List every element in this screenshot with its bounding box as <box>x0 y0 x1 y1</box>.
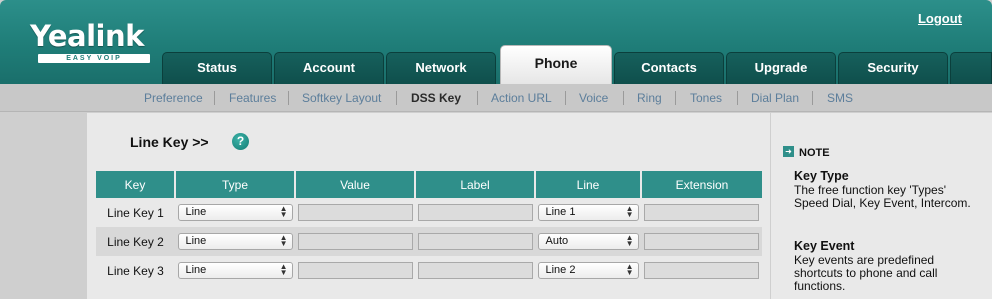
key-name: Line Key 1 <box>107 205 164 220</box>
subnav-divider <box>288 91 289 105</box>
line-select[interactable]: Auto ▲ ▼ <box>537 233 639 250</box>
tab-overflow <box>950 52 992 84</box>
tab-network[interactable]: Network <box>386 52 496 84</box>
header-bar: Yealink EASY VOIP Logout Status Account … <box>0 0 992 84</box>
column-header-type: Type <box>175 171 296 198</box>
note-title: Key Type <box>794 169 849 183</box>
main-tabs: Status Account Network Phone Contacts Up… <box>162 45 992 84</box>
note-text: Key events are predefined shortcuts to p… <box>794 253 938 293</box>
subnav-softkey-layout[interactable]: Softkey Layout <box>302 91 381 105</box>
extension-input[interactable] <box>644 233 759 250</box>
tab-upgrade[interactable]: Upgrade <box>726 52 836 84</box>
subnav-divider <box>214 91 215 105</box>
table-row: Line Key 1 Line ▲ ▼ Line 1 ▲ ▼ <box>96 198 762 227</box>
extension-input[interactable] <box>644 204 759 221</box>
logout-link[interactable]: Logout <box>918 11 962 26</box>
subnav-tones[interactable]: Tones <box>690 91 722 105</box>
subnav-voice[interactable]: Voice <box>579 91 608 105</box>
label-input[interactable] <box>417 204 533 221</box>
select-arrows-icon: ▲ ▼ <box>625 262 634 277</box>
help-icon[interactable]: ? <box>232 133 249 150</box>
type-select[interactable]: Line ▲ ▼ <box>177 262 293 279</box>
note-text: The free function key 'Types' Speed Dial… <box>794 183 971 210</box>
label-input[interactable] <box>417 233 533 250</box>
subnav-dss-key[interactable]: DSS Key <box>411 91 461 105</box>
section-title: Line Key >> <box>130 134 209 150</box>
column-header-extension: Extension <box>641 171 762 198</box>
note-panel: ➜ NOTE Key Type The free function key 'T… <box>771 113 992 299</box>
note-block-key-event: Key Event Key events are predefined shor… <box>794 240 984 293</box>
tab-security[interactable]: Security <box>838 52 948 84</box>
note-block-key-type: Key Type The free function key 'Types' S… <box>794 170 984 210</box>
select-arrows-icon: ▲ ▼ <box>279 204 288 219</box>
select-arrows-icon: ▲ ▼ <box>279 233 288 248</box>
logo-tagline: EASY VOIP <box>38 54 150 63</box>
value-input[interactable] <box>297 233 413 250</box>
main-panel: Line Key >> ? Key Type Value Label Line … <box>87 113 770 299</box>
tab-status[interactable]: Status <box>162 52 272 84</box>
key-name: Line Key 3 <box>107 263 164 278</box>
tab-account[interactable]: Account <box>274 52 384 84</box>
select-arrows-icon: ▲ ▼ <box>625 204 634 219</box>
subnav-divider <box>675 91 676 105</box>
subnav-divider <box>737 91 738 105</box>
column-header-value: Value <box>295 171 416 198</box>
subnav-ring[interactable]: Ring <box>637 91 662 105</box>
subnav-divider <box>477 91 478 105</box>
note-heading: NOTE <box>799 147 830 159</box>
subnav-features[interactable]: Features <box>229 91 276 105</box>
value-input[interactable] <box>297 262 413 279</box>
column-header-key: Key <box>96 171 176 198</box>
line-key-table: Key Type Value Label Line Extension Line… <box>96 171 762 285</box>
select-arrows-icon: ▲ ▼ <box>279 262 288 277</box>
yealink-logo: Yealink <box>30 19 144 53</box>
type-select[interactable]: Line ▲ ▼ <box>177 233 293 250</box>
select-arrows-icon: ▲ ▼ <box>625 233 634 248</box>
subnav-divider <box>812 91 813 105</box>
subnav-divider <box>396 91 397 105</box>
sub-navigation: Preference Features Softkey Layout DSS K… <box>0 84 992 112</box>
line-select[interactable]: Line 1 ▲ ▼ <box>537 204 639 221</box>
label-input[interactable] <box>417 262 533 279</box>
extension-input[interactable] <box>644 262 759 279</box>
column-header-line: Line <box>535 171 642 198</box>
table-header-row: Key Type Value Label Line Extension <box>96 171 762 198</box>
subnav-preference[interactable]: Preference <box>144 91 203 105</box>
note-title: Key Event <box>794 239 855 253</box>
subnav-sms[interactable]: SMS <box>827 91 853 105</box>
tab-contacts[interactable]: Contacts <box>614 52 724 84</box>
content-area: Line Key >> ? Key Type Value Label Line … <box>0 113 992 299</box>
subnav-divider <box>623 91 624 105</box>
value-input[interactable] <box>297 204 413 221</box>
subnav-divider <box>565 91 566 105</box>
type-select[interactable]: Line ▲ ▼ <box>177 204 293 221</box>
subnav-action-url[interactable]: Action URL <box>491 91 552 105</box>
table-row: Line Key 3 Line ▲ ▼ Line 2 ▲ ▼ <box>96 256 762 285</box>
tab-phone[interactable]: Phone <box>500 45 612 84</box>
table-row: Line Key 2 Line ▲ ▼ Auto ▲ ▼ <box>96 227 762 256</box>
key-name: Line Key 2 <box>96 227 175 256</box>
column-header-label: Label <box>415 171 536 198</box>
subnav-dial-plan[interactable]: Dial Plan <box>751 91 799 105</box>
line-select[interactable]: Line 2 ▲ ▼ <box>537 262 639 279</box>
